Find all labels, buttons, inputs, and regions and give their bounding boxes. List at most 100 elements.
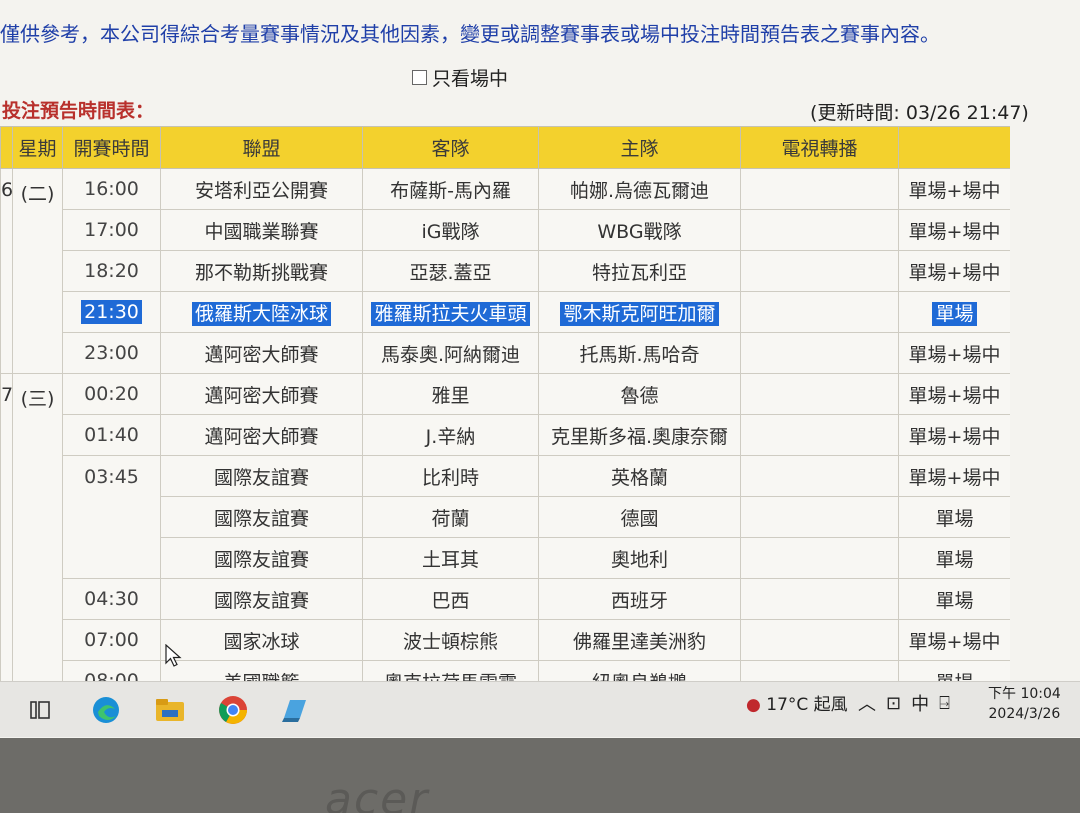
tv-cell (740, 660, 899, 682)
bet-type-cell: 單場+場中 (898, 373, 1010, 415)
league-cell: 中國職業聯賽 (160, 209, 363, 251)
schedule-table-container: 星期 開賽時間 聯盟 客隊 主隊 電視轉播 6 (二) 16:00 安塔利亞公開… (0, 126, 1010, 682)
weekday-cell: (二) (12, 168, 63, 374)
table-row[interactable]: 07:00 國家冰球 波士頓棕熊 佛羅里達美洲豹 單場+場中 (1, 619, 1010, 661)
header-league: 聯盟 (160, 126, 363, 169)
bet-type-cell: 單場 (898, 660, 1010, 682)
system-clock[interactable]: 下午 10:04 2024/3/26 (988, 684, 1061, 724)
clock-time: 下午 10:04 (988, 686, 1061, 702)
disclaimer-notice: 僅供參考，本公司得綜合考量賽事情況及其他因素，變更或調整賽事表或場中投注時間預告… (0, 22, 940, 46)
home-team-cell: 克里斯多福.奧康奈爾 (538, 414, 741, 456)
league-cell: 國際友誼賽 (160, 537, 363, 579)
home-team-cell: 佛羅里達美洲豹 (538, 619, 741, 661)
clock-date: 2024/3/26 (988, 706, 1061, 722)
start-time: 18:20 (62, 250, 161, 292)
table-row[interactable]: 7 (三) 00:20 邁阿密大師賽 雅里 魯德 單場+場中 (0, 373, 1010, 682)
home-team-cell: 魯德 (538, 373, 741, 415)
start-time: 16:00 (62, 168, 161, 210)
table-row[interactable]: 18:20 那不勒斯挑戰賽 亞瑟.蓋亞 特拉瓦利亞 單場+場中 (1, 250, 1010, 292)
home-team-cell: 英格蘭 (538, 455, 741, 497)
file-explorer-icon[interactable] (152, 692, 188, 728)
home-team-cell: 帕娜.烏德瓦爾迪 (538, 168, 741, 210)
league-cell: 國際友誼賽 (160, 496, 363, 538)
table-row-selected[interactable]: 21:30 俄羅斯大陸冰球 雅羅斯拉夫火車頭 鄂木斯克阿旺加爾 單場 (1, 291, 1010, 333)
league-cell: 邁阿密大師賽 (160, 332, 363, 374)
home-team-cell: 鄂木斯克阿旺加爾 (538, 291, 741, 333)
weekday-cell: (三) (12, 373, 63, 682)
league-cell: 國際友誼賽 (160, 578, 363, 620)
home-team-cell: 奧地利 (538, 537, 741, 579)
away-team-cell: iG戰隊 (362, 209, 539, 251)
tv-cell (740, 496, 899, 538)
bet-type-cell: 單場+場中 (898, 619, 1010, 661)
browser-screen: 僅供參考，本公司得綜合考量賽事情況及其他因素，變更或調整賽事表或場中投注時間預告… (0, 0, 1080, 738)
schedule-title: 投注預告時間表： (2, 100, 155, 122)
bet-type-cell: 單場 (898, 291, 1010, 333)
selected-text: 21:30 (81, 300, 142, 324)
start-time: 08:00 (62, 660, 161, 682)
away-team-cell: 布薩斯-馬內羅 (362, 168, 539, 210)
away-team-cell: 雅里 (362, 373, 539, 415)
bet-type-cell: 單場+場中 (898, 332, 1010, 374)
home-team-cell: 德國 (538, 496, 741, 538)
weather-alert-icon: ● (746, 695, 761, 715)
home-team-cell: 特拉瓦利亞 (538, 250, 741, 292)
network-icon[interactable]: ⊡ (886, 693, 901, 714)
league-cell: 安塔利亞公開賽 (160, 168, 363, 210)
only-live-label: 只看場中 (432, 68, 509, 90)
home-team-cell: 托馬斯.馬哈奇 (538, 332, 741, 374)
header-bet-type (898, 126, 1010, 169)
start-time: 03:45 (62, 455, 161, 579)
table-row[interactable]: 01:40 邁阿密大師賽 J.辛納 克里斯多福.奧康奈爾 單場+場中 (1, 414, 1010, 456)
chevron-up-icon[interactable]: ︿ (858, 690, 876, 716)
weather-widget[interactable]: ● 17°C 起風 (746, 690, 848, 715)
task-view-icon[interactable] (22, 692, 58, 728)
only-live-checkbox[interactable]: 只看場中 (412, 64, 508, 91)
selected-text: 鄂木斯克阿旺加爾 (560, 301, 719, 326)
table-row[interactable]: 04:30 國際友誼賽 巴西 西班牙 單場 (1, 578, 1010, 620)
table-row[interactable]: 03:45 國際友誼賽 比利時 英格蘭 單場+場中 (1, 455, 1010, 579)
weather-temp: 17°C (766, 695, 809, 715)
league-cell: 國家冰球 (160, 619, 363, 661)
selected-text: 單場 (932, 301, 977, 326)
schedule-table: 星期 開賽時間 聯盟 客隊 主隊 電視轉播 6 (二) 16:00 安塔利亞公開… (0, 126, 1010, 682)
away-team-cell: 雅羅斯拉夫火車頭 (362, 291, 539, 333)
laptop-brand-logo: acer (325, 774, 430, 813)
update-time: (更新時間: 03/26 21:47) (810, 102, 1029, 124)
weather-text: 起風 (813, 695, 848, 715)
start-time: 01:40 (62, 414, 161, 456)
league-cell: 國際友誼賽 (160, 455, 363, 497)
home-team-cell: 西班牙 (538, 578, 741, 620)
table-row[interactable]: 08:00 美國職籃 奧克拉荷馬雷霆 紐奧良鵜鶘 單場 (1, 660, 1010, 682)
mouse-pointer-icon (165, 644, 182, 667)
table-row[interactable]: 23:00 邁阿密大師賽 馬泰奧.阿納爾迪 托馬斯.馬哈奇 單場+場中 (1, 332, 1010, 374)
home-team-cell: WBG戰隊 (538, 209, 741, 251)
tv-cell (740, 209, 899, 251)
edge-icon[interactable] (88, 692, 124, 728)
header-away-team: 客隊 (362, 126, 539, 169)
bet-type-cell: 單場 (898, 537, 1010, 579)
start-time: 00:20 (62, 373, 161, 415)
ime-indicator[interactable]: 中 (911, 690, 929, 716)
app-icon[interactable] (277, 692, 313, 728)
start-time: 17:00 (62, 209, 161, 251)
start-time: 23:00 (62, 332, 161, 374)
selected-text: 俄羅斯大陸冰球 (191, 301, 331, 326)
league-cell: 美國職籃 (160, 660, 363, 682)
tv-cell (740, 332, 899, 374)
tv-cell (740, 168, 899, 210)
away-team-cell: J.辛納 (362, 414, 539, 456)
league-cell: 俄羅斯大陸冰球 (160, 291, 363, 333)
date-fragment: 6 (0, 168, 13, 374)
bet-type-cell: 單場 (898, 496, 1010, 538)
checkbox-box[interactable] (412, 70, 427, 85)
chrome-icon[interactable] (215, 692, 251, 728)
bet-type-cell: 單場+場中 (898, 168, 1010, 210)
league-cell: 那不勒斯挑戰賽 (160, 250, 363, 292)
table-row[interactable]: 17:00 中國職業聯賽 iG戰隊 WBG戰隊 單場+場中 (1, 209, 1010, 251)
ime-mode-icon[interactable]: ⍈ (939, 693, 950, 714)
selected-text: 雅羅斯拉夫火車頭 (371, 301, 530, 326)
bet-type-cell: 單場+場中 (898, 414, 1010, 456)
away-team-cell: 奧克拉荷馬雷霆 (362, 660, 539, 682)
table-row[interactable]: 6 (二) 16:00 安塔利亞公開賽 布薩斯-馬內羅 帕娜.烏德瓦爾迪 單場+… (0, 168, 1010, 374)
